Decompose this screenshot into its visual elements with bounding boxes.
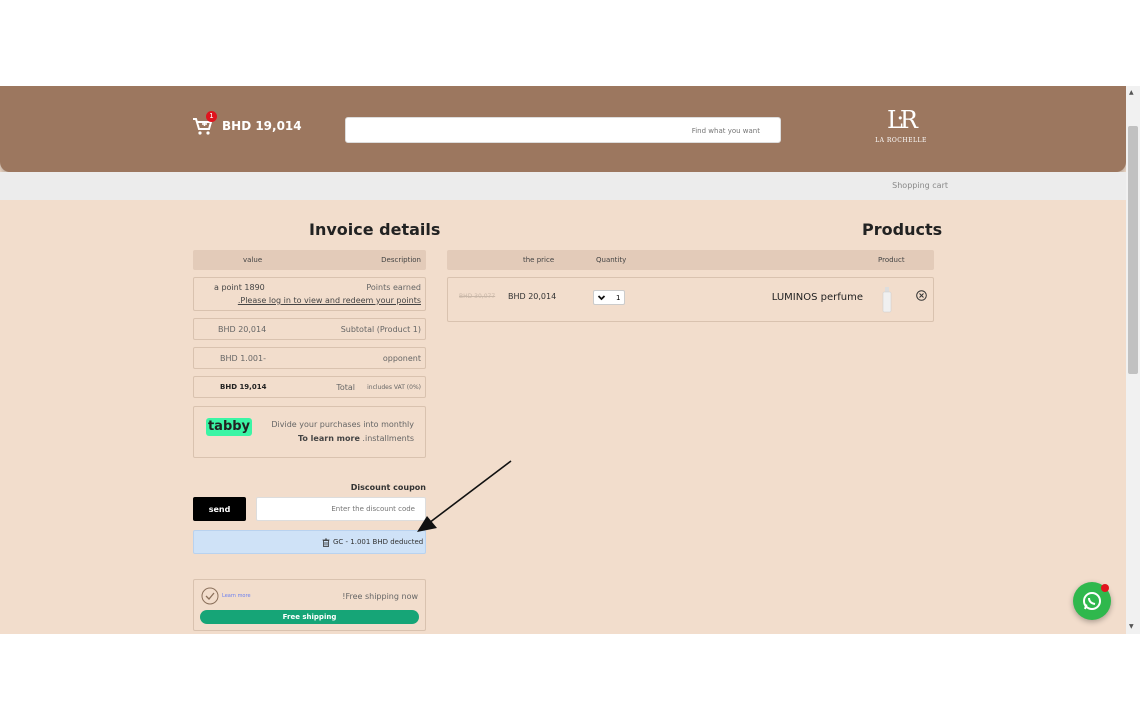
annotation-arrow xyxy=(417,460,512,532)
col-description-label: Description xyxy=(381,256,421,264)
subtotal-label: Subtotal (Product 1) xyxy=(340,325,421,334)
invoice-title: Invoice details xyxy=(309,220,441,239)
remove-item-icon[interactable] xyxy=(916,290,927,303)
logo-text: LA ROCHELLE xyxy=(875,137,927,144)
product-row: BHD 30,077 BHD 20,014 LUMINOS perfume xyxy=(447,277,934,322)
products-header-row: the price Quantity Product xyxy=(447,250,934,270)
brand-logo[interactable]: ĿR LA ROCHELLE xyxy=(866,106,936,154)
free-shipping-bar: Free shipping xyxy=(200,610,419,624)
invoice-header-row: value Description xyxy=(193,250,426,270)
total-label: Total xyxy=(336,383,355,392)
send-coupon-button[interactable]: send xyxy=(193,497,246,521)
chevron-down-icon[interactable] xyxy=(597,293,606,304)
points-login-link[interactable]: .Please log in to view and redeem your p… xyxy=(238,296,421,305)
check-circle-icon xyxy=(201,587,219,607)
points-value: a point 1890 xyxy=(214,283,265,292)
quantity-select[interactable]: 1 xyxy=(593,290,625,305)
discount-code-input[interactable] xyxy=(256,497,426,521)
subtotal-row: BHD 20,014 Subtotal (Product 1) xyxy=(193,318,426,340)
product-name[interactable]: LUMINOS perfume xyxy=(772,292,863,303)
points-row: a point 1890 Points earned .Please log i… xyxy=(193,277,426,311)
site-header: 1 BHD 19,014 ĿR LA ROCHELLE xyxy=(0,86,1126,172)
cart-total: BHD 19,014 xyxy=(222,119,302,133)
coupon-deducted-notice: GC - 1.001 BHD deducted xyxy=(193,530,426,554)
breadcrumb[interactable]: Shopping cart xyxy=(892,181,948,190)
points-label: Points earned xyxy=(366,283,421,292)
product-price: BHD 20,014 xyxy=(508,292,557,301)
opponent-value: BHD 1.001- xyxy=(220,354,266,363)
shopping-cart-icon[interactable]: 1 xyxy=(192,111,217,136)
whatsapp-button[interactable] xyxy=(1073,582,1111,620)
whatsapp-icon xyxy=(1082,591,1102,615)
col-quantity-label: Quantity xyxy=(596,256,627,264)
total-row: BHD 19,014 Total includes VAT (0%) xyxy=(193,376,426,398)
total-vat-note: includes VAT (0%) xyxy=(367,384,421,391)
tabby-logo: tabby xyxy=(206,418,252,436)
col-value-label: value xyxy=(243,256,263,264)
opponent-label: opponent xyxy=(382,354,421,363)
tabby-line2-rest: .installments xyxy=(362,434,414,443)
scroll-down-icon[interactable]: ▼ xyxy=(1129,623,1134,630)
perfume-bottle-icon[interactable] xyxy=(882,287,892,315)
tabby-banner: tabby Divide your purchases into monthly… xyxy=(193,406,426,458)
tabby-learn-more[interactable]: To learn more xyxy=(298,434,360,443)
shipping-learn-more[interactable]: Learn more xyxy=(222,593,251,599)
tabby-line1: Divide your purchases into monthly xyxy=(271,420,414,429)
page-viewport: 1 BHD 19,014 ĿR LA ROCHELLE xyxy=(0,86,1126,634)
deducted-text: GC - 1.001 BHD deducted xyxy=(333,538,424,546)
col-product-label: Product xyxy=(878,256,905,264)
vertical-scrollbar[interactable] xyxy=(1126,86,1140,634)
breadcrumb-bar xyxy=(0,172,1126,200)
notification-dot xyxy=(1101,584,1109,592)
search-input[interactable] xyxy=(346,119,780,143)
products-title: Products xyxy=(862,220,943,239)
total-value: BHD 19,014 xyxy=(220,383,267,391)
opponent-row: BHD 1.001- opponent xyxy=(193,347,426,369)
scrollbar-thumb[interactable] xyxy=(1128,126,1138,374)
logo-monogram-icon: ĿR xyxy=(886,106,918,134)
scroll-up-icon[interactable]: ▲ xyxy=(1129,89,1134,96)
col-price-label: the price xyxy=(523,256,555,264)
cart-summary[interactable]: 1 BHD 19,014 xyxy=(192,111,302,136)
subtotal-value: BHD 20,014 xyxy=(218,325,267,334)
shipping-label: !Free shipping now xyxy=(342,592,418,601)
trash-icon[interactable] xyxy=(322,538,330,549)
tabby-line2: To learn more .installments xyxy=(298,434,414,443)
product-old-price: BHD 30,077 xyxy=(459,293,496,300)
search-box[interactable] xyxy=(345,117,781,143)
quantity-value: 1 xyxy=(616,294,621,302)
cart-count-badge: 1 xyxy=(206,111,217,122)
